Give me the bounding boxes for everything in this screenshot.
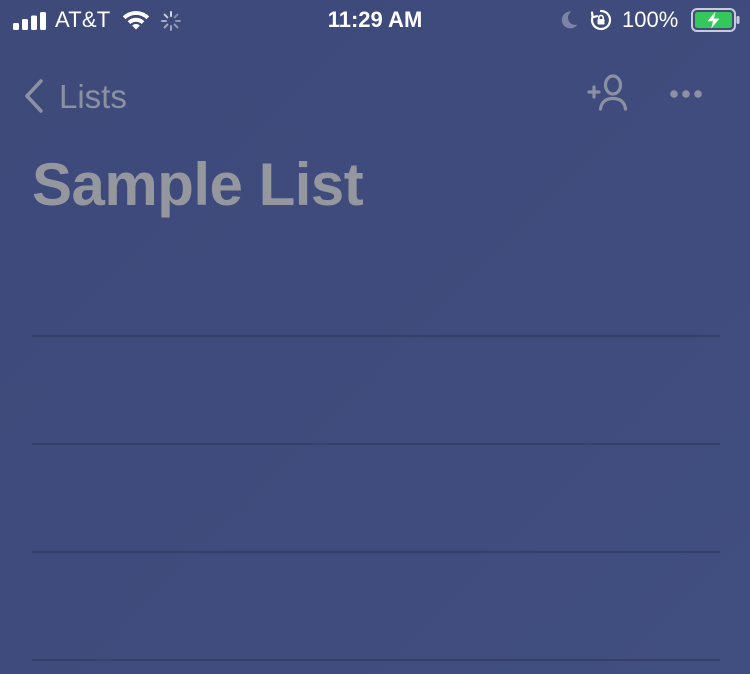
moon-icon	[561, 11, 578, 29]
page-title: Sample List	[32, 151, 364, 218]
back-button-label: Lists	[59, 78, 127, 115]
battery-percentage: 100%	[622, 7, 679, 32]
battery-charging-icon	[691, 8, 740, 32]
list-item[interactable]	[32, 446, 720, 553]
list-items	[0, 230, 750, 674]
back-button[interactable]: Lists	[18, 74, 148, 118]
status-bar: AT&T 11:29 AM 100%	[0, 0, 750, 40]
share-list-button[interactable]	[586, 72, 634, 116]
rotation-lock-icon	[590, 9, 612, 31]
list-item[interactable]	[32, 554, 720, 661]
more-options-button[interactable]	[662, 72, 710, 116]
list-item[interactable]	[32, 338, 720, 445]
list-item[interactable]	[32, 230, 720, 337]
add-person-icon	[587, 74, 628, 111]
navigation-bar: Lists	[0, 60, 750, 134]
chevron-left-icon	[25, 79, 43, 113]
ellipsis-icon	[670, 90, 702, 98]
